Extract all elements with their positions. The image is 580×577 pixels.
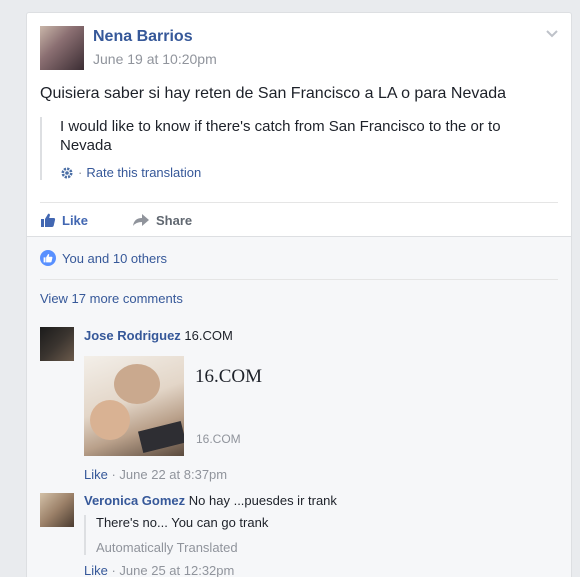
meta-separator: · — [107, 563, 120, 577]
comment-body: Jose Rodriguez 16.COM — [84, 328, 233, 343]
like-badge-icon — [40, 250, 56, 266]
comment-text: 16.COM — [184, 328, 233, 343]
rate-translation[interactable]: · Rate this translation — [60, 165, 530, 180]
post-text: Quisiera saber si hay reten de San Franc… — [40, 85, 507, 102]
thumbs-up-icon — [41, 213, 56, 227]
comment-time[interactable]: June 25 at 12:32pm — [119, 563, 234, 577]
action-bar: Like Share — [40, 209, 192, 231]
author-avatar[interactable] — [40, 26, 84, 70]
rate-separator: · — [78, 165, 83, 180]
link-preview-domain: 16.COM — [196, 432, 241, 446]
feedback-section: You and 10 others View 17 more comments … — [27, 236, 571, 577]
comment-time[interactable]: June 22 at 8:37pm — [119, 467, 227, 482]
reactions-summary[interactable]: You and 10 others — [40, 250, 167, 266]
translation-text: I would like to know if there's catch fr… — [60, 118, 501, 154]
rate-translation-link[interactable]: Rate this translation — [86, 165, 201, 180]
comment-text: No hay ...puesdes ir trank — [188, 493, 337, 508]
link-preview-image[interactable] — [84, 356, 184, 456]
link-preview-title[interactable]: 16.COM — [195, 366, 262, 388]
post-author[interactable]: Nena Barrios — [93, 28, 193, 46]
divider — [40, 279, 558, 280]
post-card: Nena Barrios June 19 at 10:20pm Quisiera… — [26, 12, 572, 577]
comment-body: Veronica Gomez No hay ...puesdes ir tran… — [84, 493, 337, 508]
comment-meta: Like · June 22 at 8:37pm — [84, 467, 227, 482]
auto-translated-note: Automatically Translated — [96, 540, 238, 555]
view-more-comments[interactable]: View 17 more comments — [40, 291, 183, 306]
like-button[interactable]: Like — [40, 212, 88, 228]
post-date[interactable]: June 19 at 10:20pm — [93, 51, 217, 67]
post-translation: I would like to know if there's catch fr… — [40, 117, 530, 180]
divider — [40, 202, 558, 203]
like-label: Like — [62, 212, 89, 228]
commenter-avatar[interactable] — [40, 327, 74, 361]
share-button[interactable]: Share — [132, 212, 192, 228]
comment-translation: There's no... You can go trank Automatic… — [84, 515, 268, 555]
comment-like-link[interactable]: Like — [84, 563, 108, 577]
meta-separator: · — [107, 467, 120, 482]
comment-like-link[interactable]: Like — [84, 467, 108, 482]
comment-meta: Like · June 25 at 12:32pm — [84, 563, 234, 577]
gear-icon — [61, 167, 73, 178]
comment-author[interactable]: Veronica Gomez — [84, 493, 185, 508]
share-label: Share — [156, 212, 193, 228]
comment-translation-text: There's no... You can go trank — [96, 515, 269, 530]
share-arrow-icon — [133, 214, 150, 226]
chevron-down-icon[interactable] — [545, 29, 559, 39]
comment-author[interactable]: Jose Rodriguez — [84, 328, 181, 343]
reactions-text[interactable]: You and 10 others — [62, 251, 167, 266]
commenter-avatar[interactable] — [40, 493, 74, 527]
link-thumbnail — [84, 356, 184, 456]
